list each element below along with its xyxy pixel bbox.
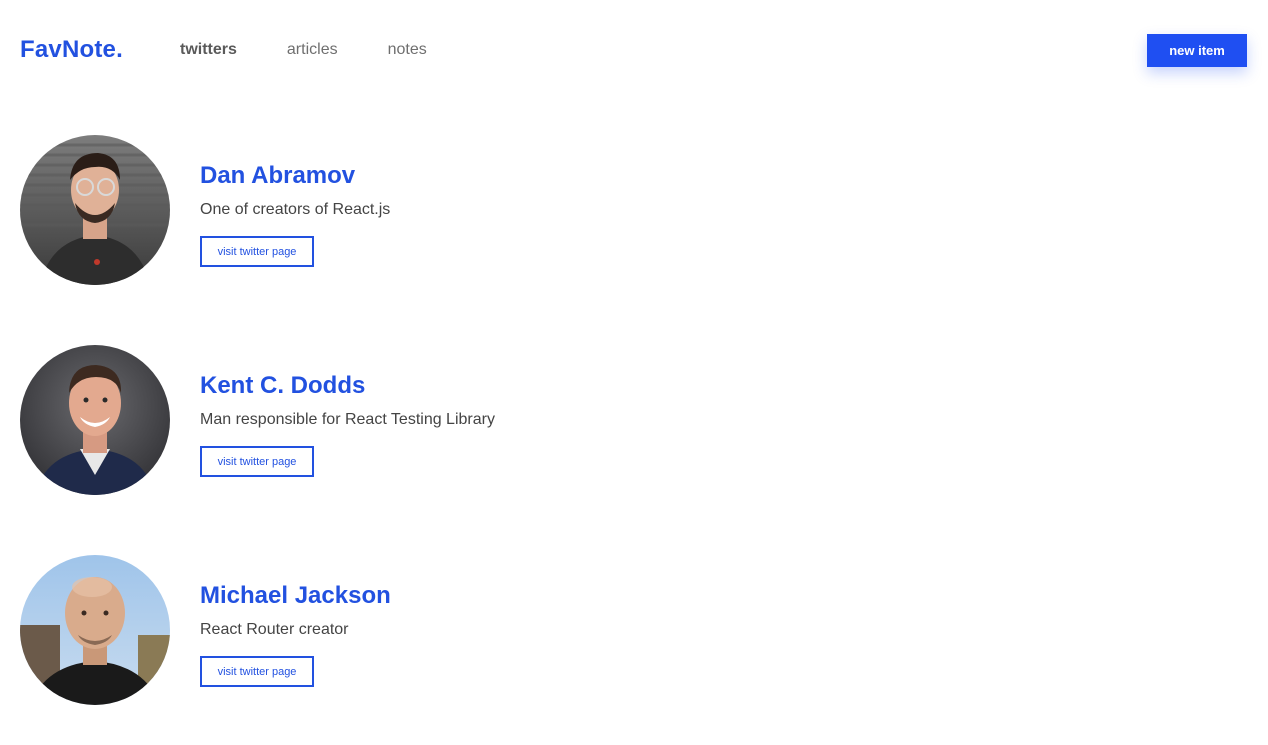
card-name: Dan Abramov xyxy=(200,162,356,189)
nav-item-articles[interactable]: articles xyxy=(287,39,338,61)
visit-twitter-button[interactable]: visit twitter page xyxy=(200,446,314,477)
twitter-card: Dan Abramov One of creators of React.js … xyxy=(20,135,720,285)
new-item-button[interactable]: new item xyxy=(1147,34,1247,67)
visit-twitter-button[interactable]: visit twitter page xyxy=(200,656,314,687)
avatar-photo-icon xyxy=(20,555,170,705)
twitter-card: Kent C. Dodds Man responsible for React … xyxy=(20,345,720,495)
header: FavNote. twitters articles notes new ite… xyxy=(0,0,1268,100)
avatar-photo-icon xyxy=(20,345,170,495)
card-description: Man responsible for React Testing Librar… xyxy=(200,411,495,428)
nav-item-twitters[interactable]: twitters xyxy=(180,39,237,61)
nav-item-notes[interactable]: notes xyxy=(388,39,427,61)
avatar xyxy=(20,345,170,495)
logo[interactable]: FavNote. xyxy=(20,35,123,65)
visit-twitter-button[interactable]: visit twitter page xyxy=(200,236,314,267)
card-name: Kent C. Dodds xyxy=(200,372,366,399)
main-nav: twitters articles notes xyxy=(180,39,427,61)
card-name: Michael Jackson xyxy=(200,582,391,609)
card-description: One of creators of React.js xyxy=(200,201,391,218)
avatar-photo-icon xyxy=(20,135,170,285)
twitter-card: Michael Jackson React Router creator vis… xyxy=(20,555,720,705)
avatar xyxy=(20,555,170,705)
card-description: React Router creator xyxy=(200,621,349,638)
page: FavNote. twitters articles notes new ite… xyxy=(0,0,1268,745)
avatar xyxy=(20,135,170,285)
